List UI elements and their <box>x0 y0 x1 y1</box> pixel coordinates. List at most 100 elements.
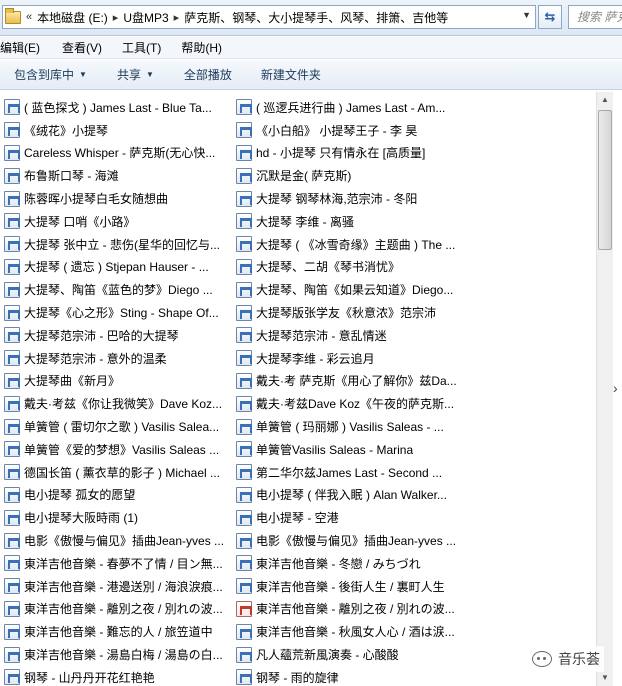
file-item[interactable]: 凡人蘊荒新風演奏 - 心酸酸 <box>236 643 464 666</box>
audio-file-icon <box>4 122 20 139</box>
new-folder-button[interactable]: 新建文件夹 <box>261 66 321 83</box>
chevron-left-icon[interactable]: « <box>26 11 32 23</box>
file-item[interactable]: 大提琴范宗沛 - 意乱情迷 <box>236 324 464 347</box>
file-item[interactable]: 戴夫·考兹《你让我微笑》Dave Koz... <box>4 392 232 415</box>
file-name: 大提琴、陶笛《蓝色的梦》Diego ... <box>24 283 213 298</box>
file-name: 東洋吉他音樂 - 冬戀 / みちづれ <box>256 556 421 571</box>
breadcrumb-folder[interactable]: U盘MP3 <box>123 9 168 26</box>
file-item[interactable]: 电影《傲慢与偏见》插曲Jean-yves ... <box>4 529 232 552</box>
file-item[interactable]: 大提琴、二胡《琴书消忧》 <box>236 256 464 279</box>
chevron-right-icon[interactable]: ▸ <box>113 11 119 24</box>
file-item[interactable]: 陈蓉晖小提琴白毛女随想曲 <box>4 187 232 210</box>
file-item[interactable]: 沉默是金( 萨克斯) <box>236 164 464 187</box>
file-item[interactable]: 单簧管《爱的梦想》Vasilis Saleas ... <box>4 438 232 461</box>
file-item[interactable]: 钢琴 - 雨的旋律 <box>236 666 464 686</box>
scroll-down-icon[interactable]: ▼ <box>597 670 613 686</box>
file-item[interactable]: 大提琴 钢琴林海,范宗沛 - 冬阳 <box>236 187 464 210</box>
audio-file-icon <box>4 646 20 663</box>
audio-file-icon <box>236 190 252 207</box>
share-button[interactable]: 共享 ▼ <box>117 66 154 83</box>
chevron-right-icon[interactable]: › <box>613 378 622 398</box>
file-item[interactable]: 東洋吉他音樂 - 難忘的人 / 旅笠道中 <box>4 620 232 643</box>
vertical-scrollbar[interactable]: ▲ ▼ <box>596 92 613 686</box>
audio-file-icon <box>4 441 20 458</box>
audio-file-icon <box>236 281 252 298</box>
file-item[interactable]: 大提琴 口哨《小路》 <box>4 210 232 233</box>
refresh-icon: ⇆ <box>544 9 556 24</box>
file-item[interactable]: 大提琴曲《新月》 <box>4 370 232 393</box>
file-item[interactable]: 大提琴范宗沛 - 意外的温柔 <box>4 347 232 370</box>
file-item[interactable]: 東洋吉他音樂 - 港邊送別 / 海浪淚痕... <box>4 575 232 598</box>
file-item[interactable]: 德国长笛 ( 薰衣草的影子 ) Michael ... <box>4 461 232 484</box>
file-item[interactable]: 東洋吉他音樂 - 離別之夜 / 別れの波... <box>4 598 232 621</box>
audio-file-icon <box>236 122 252 139</box>
chevron-down-icon[interactable]: ▼ <box>522 10 531 20</box>
menu-view[interactable]: 查看(V) <box>62 39 108 56</box>
file-item[interactable]: 《小白船》 小提琴王子 - 李 昊 <box>236 119 464 142</box>
menu-tools[interactable]: 工具(T) <box>122 39 167 56</box>
file-item[interactable]: 東洋吉他音樂 - 後街人生 / 裏町人生 <box>236 575 464 598</box>
file-item[interactable]: 東洋吉他音樂 - 冬戀 / みちづれ <box>236 552 464 575</box>
include-library-button[interactable]: 包含到库中 ▼ <box>14 66 87 83</box>
menu-help[interactable]: 帮助(H) <box>181 39 228 56</box>
search-input[interactable]: 搜索 萨克 <box>568 5 622 29</box>
audio-file-icon <box>4 190 20 207</box>
scroll-up-icon[interactable]: ▲ <box>597 92 613 108</box>
watermark-text: 音乐荟 <box>558 651 600 667</box>
file-item[interactable]: 東洋吉他音樂 - 春夢不了情 / 目ン無... <box>4 552 232 575</box>
file-item[interactable]: 大提琴、陶笛《蓝色的梦》Diego ... <box>4 278 232 301</box>
chevron-right-icon[interactable]: ▸ <box>174 11 180 24</box>
file-item[interactable]: Careless Whisper - 萨克斯(无心快... <box>4 142 232 165</box>
file-item[interactable]: 戴夫·考 萨克斯《用心了解你》兹Da... <box>236 370 464 393</box>
file-item[interactable]: 大提琴 ( 《冰雪奇缘》主题曲 ) The ... <box>236 233 464 256</box>
address-box[interactable]: « 本地磁盘 (E:) ▸ U盘MP3 ▸ 萨克斯、钢琴、大小提琴手、风琴、排箫… <box>2 5 536 29</box>
file-item[interactable]: 单簧管 ( 雷切尔之歌 ) Vasilis Salea... <box>4 415 232 438</box>
file-item[interactable]: 电小提琴 - 空港 <box>236 506 464 529</box>
file-item[interactable]: 单簧管 ( 玛丽娜 ) Vasilis Saleas - ... <box>236 415 464 438</box>
file-item[interactable]: ( 巡逻兵进行曲 ) James Last - Am... <box>236 96 464 119</box>
file-item[interactable]: 東洋吉他音樂 - 秋風女人心 / 酒は涙... <box>236 620 464 643</box>
file-name: 大提琴《心之形》Sting - Shape Of... <box>24 306 219 321</box>
audio-file-icon <box>236 258 252 275</box>
file-item[interactable]: 大提琴 ( 遗忘 ) Stjepan Hauser - ... <box>4 256 232 279</box>
scroll-thumb[interactable] <box>598 110 612 250</box>
audio-file-icon <box>236 555 252 572</box>
file-item[interactable]: 大提琴李维 - 彩云追月 <box>236 347 464 370</box>
file-name: 单簧管 ( 玛丽娜 ) Vasilis Saleas - ... <box>256 420 444 435</box>
file-item[interactable]: 单簧管Vasilis Saleas - Marina <box>236 438 464 461</box>
breadcrumb-current[interactable]: 萨克斯、钢琴、大小提琴手、风琴、排箫、吉他等 <box>184 9 448 26</box>
file-item[interactable]: 钢琴 - 山丹丹开花红艳艳 <box>4 666 232 686</box>
file-item[interactable]: 电小提琴 孤女的愿望 <box>4 484 232 507</box>
audio-file-icon <box>236 236 252 253</box>
file-item[interactable]: 布鲁斯口琴 - 海滩 <box>4 164 232 187</box>
audio-file-icon <box>4 372 20 389</box>
file-item[interactable]: 戴夫·考兹Dave Koz《午夜的萨克斯... <box>236 392 464 415</box>
file-name: 电小提琴 - 空港 <box>256 511 339 526</box>
menu-edit[interactable]: 编辑(E) <box>0 39 46 56</box>
file-item[interactable]: 大提琴版张学友《秋意浓》范宗沛 <box>236 301 464 324</box>
file-name: 大提琴 钢琴林海,范宗沛 - 冬阳 <box>256 192 418 207</box>
file-item[interactable]: 电影《傲慢与偏见》插曲Jean-yves ... <box>236 529 464 552</box>
file-item[interactable]: 東洋吉他音樂 - 離別之夜 / 別れの波... <box>236 598 464 621</box>
file-item[interactable]: 电小提琴大阪時雨 (1) <box>4 506 232 529</box>
file-name: hd - 小提琴 只有情永在 [高质量] <box>256 146 426 161</box>
file-name: 大提琴 口哨《小路》 <box>24 214 136 229</box>
play-all-button[interactable]: 全部播放 <box>184 66 232 83</box>
file-item[interactable]: 大提琴 李维 - 离骚 <box>236 210 464 233</box>
audio-file-icon <box>236 578 252 595</box>
file-item[interactable]: 电小提琴 ( 伴我入眠 ) Alan Walker... <box>236 484 464 507</box>
file-item[interactable]: 大提琴范宗沛 - 巴哈的大提琴 <box>4 324 232 347</box>
breadcrumb-drive[interactable]: 本地磁盘 (E:) <box>37 9 108 26</box>
file-item[interactable]: 東洋吉他音樂 - 湯島白梅 / 湯島の白... <box>4 643 232 666</box>
refresh-button[interactable]: ⇆ <box>538 5 562 29</box>
file-item[interactable]: 第二华尔兹James Last - Second ... <box>236 461 464 484</box>
file-item[interactable]: 大提琴 张中立 - 悲伤(星华的回忆与... <box>4 233 232 256</box>
file-item[interactable]: hd - 小提琴 只有情永在 [高质量] <box>236 142 464 165</box>
file-item[interactable]: 大提琴《心之形》Sting - Shape Of... <box>4 301 232 324</box>
file-name: 沉默是金( 萨克斯) <box>256 169 352 184</box>
audio-file-icon <box>236 464 252 481</box>
file-item[interactable]: 《绒花》小提琴 <box>4 119 232 142</box>
file-item[interactable]: 大提琴、陶笛《如果云知道》Diego... <box>236 278 464 301</box>
audio-file-icon <box>236 395 252 412</box>
file-item[interactable]: ( 蓝色探戈 ) James Last - Blue Ta... <box>4 96 232 119</box>
